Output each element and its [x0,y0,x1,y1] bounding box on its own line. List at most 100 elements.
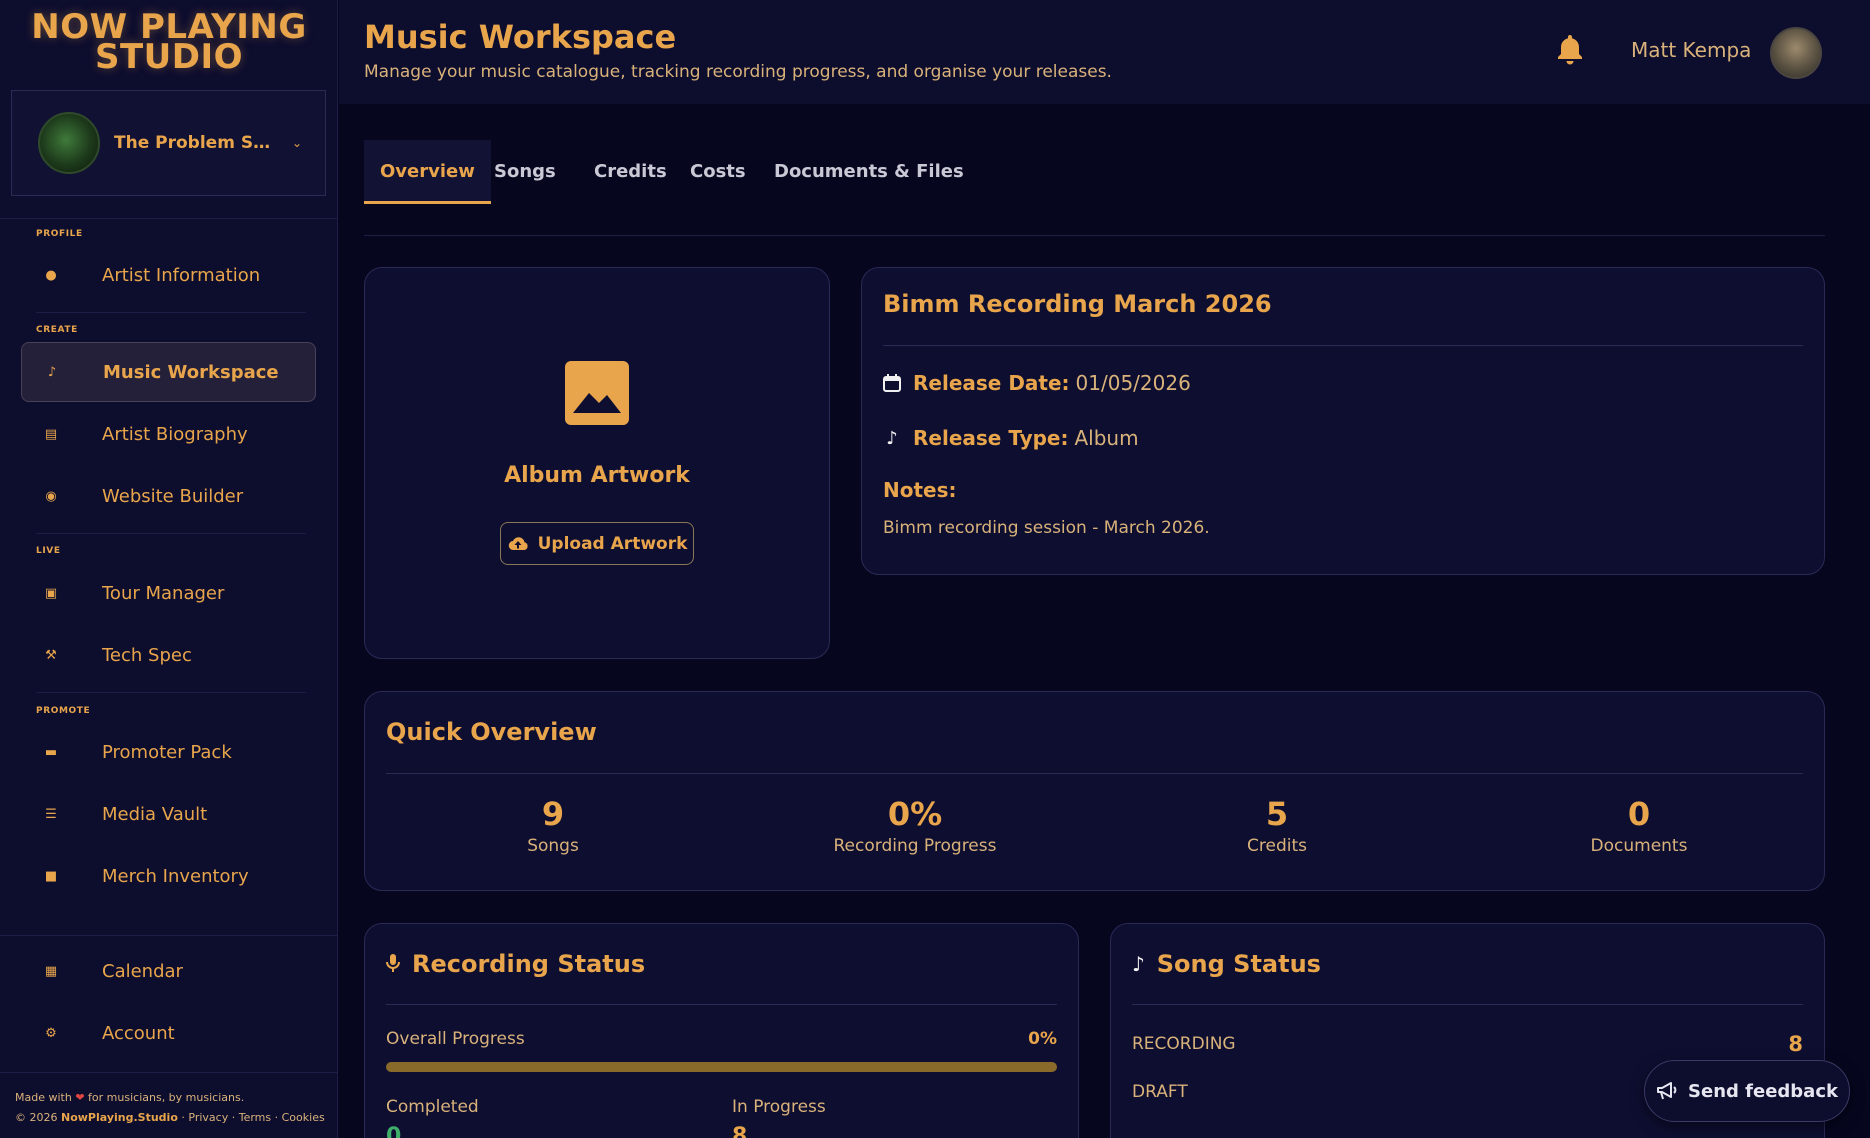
sidebar-item-label: Artist Information [102,264,261,286]
artist-selector-name: The Problem So... [114,133,274,153]
album-artwork-label: Album Artwork [504,463,690,488]
recording-status-title: Recording Status [412,950,646,978]
tab-songs[interactable]: Songs [478,140,572,204]
song-status-header: ♪ Song Status [1132,950,1321,978]
footer-terms-link[interactable]: Terms [239,1111,271,1124]
cloud-upload-icon [508,536,528,550]
footer-links: © 2026 NowPlaying.Studio · Privacy · Ter… [15,1111,325,1124]
sidebar-item-label: Promoter Pack [102,741,232,763]
tab-documents-files[interactable]: Documents & Files [758,140,980,204]
sidebar-item-label: Merch Inventory [102,865,249,887]
music-note-icon: ♪ [1132,952,1145,976]
nav-separator [36,312,306,313]
sidebar-item-music-workspace[interactable]: ♪ Music Workspace [21,342,316,402]
sidebar-item-website-builder[interactable]: ◉ Website Builder [21,466,316,526]
song-status-label: RECORDING [1132,1034,1236,1054]
song-status-label: DRAFT [1132,1082,1188,1102]
release-type-row: ♪ Release Type: Album [883,426,1139,450]
tab-credits[interactable]: Credits [578,140,683,204]
sidebar-divider [0,218,338,219]
notes-text: Bimm recording session - March 2026. [883,518,1210,538]
page-header: Music Workspace Manage your music catalo… [339,0,1870,104]
section-label-promote: PROMOTE [36,706,91,716]
artist-avatar [38,112,100,174]
sidebar-item-tour-manager[interactable]: ▣ Tour Manager [21,563,316,623]
brand-logo[interactable]: NOW PLAYING STUDIO [0,10,338,74]
sidebar-item-media-vault[interactable]: ☰ Media Vault [21,784,316,844]
release-date-row: Release Date: 01/05/2026 [883,371,1191,395]
upload-artwork-button[interactable]: Upload Artwork [500,522,694,565]
sidebar-item-tech-spec[interactable]: ⚒ Tech Spec [21,625,316,685]
stat-progress-value: 0% [887,795,943,833]
release-info-card: Bimm Recording March 2026 Release Date: … [861,267,1825,575]
album-artwork-card: Album Artwork Upload Artwork [364,267,830,659]
calendar-icon [883,374,901,392]
workspace-tabs: Overview Songs Credits Costs Documents &… [364,140,1825,236]
sidebar-divider [0,1072,338,1073]
tab-overview[interactable]: Overview [364,140,491,204]
tab-costs[interactable]: Costs [674,140,762,204]
music-note-icon: ♪ [47,364,57,380]
calendar-icon: ▦ [44,963,58,979]
stat-songs: 9 Songs [403,796,703,856]
music-note-icon: ♪ [886,427,898,449]
user-name[interactable]: Matt Kempa [1631,38,1751,62]
sidebar-item-artist-information[interactable]: ● Artist Information [21,245,316,305]
sidebar-item-label: Account [102,1022,175,1044]
release-type-label: Release Type: [913,426,1069,450]
release-type-value: Album [1074,426,1139,450]
quick-overview-card: Quick Overview 9 Songs 0% Recording Prog… [364,691,1825,891]
song-status-row-recording: RECORDING 8 [1132,1032,1803,1056]
quick-overview-title: Quick Overview [386,718,597,746]
globe-icon: ◉ [45,488,57,504]
sidebar-item-artist-biography[interactable]: ▤ Artist Biography [21,404,316,464]
section-label-create: CREATE [36,325,78,335]
user-avatar[interactable] [1770,27,1822,79]
sidebar-item-promoter-pack[interactable]: ▬ Promoter Pack [21,722,316,782]
release-title: Bimm Recording March 2026 [883,290,1272,318]
document-icon: ▤ [44,426,58,442]
sidebar: NOW PLAYING STUDIO The Problem So... ⌄ P… [0,0,338,1138]
nav-separator [36,692,306,693]
card-divider [386,1004,1057,1005]
completed-label: Completed [386,1097,479,1117]
stat-credits: 5 Credits [1127,796,1427,856]
wrench-icon: ⚒ [45,647,57,663]
footer-site-link[interactable]: NowPlaying.Studio [61,1111,178,1124]
folder-icon: ▬ [44,744,58,760]
overall-progress-bar [386,1062,1057,1072]
image-icon [565,361,629,429]
footer-privacy-link[interactable]: Privacy [188,1111,228,1124]
in-progress-label: In Progress [732,1097,826,1117]
sidebar-item-label: Calendar [102,960,183,982]
megaphone-icon [1657,1082,1677,1100]
heart-icon: ❤ [75,1091,85,1104]
map-icon: ▣ [44,585,58,601]
footer-made-with: Made with ❤ for musicians, by musicians. [15,1091,245,1104]
page-title: Music Workspace [364,18,677,56]
recording-status-card: Recording Status Overall Progress 0% Com… [364,923,1079,1138]
footer-cookies-link[interactable]: Cookies [282,1111,325,1124]
page-subtitle: Manage your music catalogue, tracking re… [364,62,1112,82]
sidebar-item-merch-inventory[interactable]: ■ Merch Inventory [21,846,316,906]
bell-icon[interactable] [1556,33,1584,69]
stat-documents: 0 Documents [1489,796,1789,856]
artist-selector[interactable]: The Problem So... ⌄ [11,90,326,196]
send-feedback-label: Send feedback [1688,1080,1838,1102]
recording-status-header: Recording Status [386,950,645,978]
microphone-icon [386,954,400,974]
stat-credits-value: 5 [1265,795,1289,833]
send-feedback-button[interactable]: Send feedback [1644,1060,1850,1122]
chevron-down-icon: ⌄ [292,136,303,150]
card-divider [883,345,1803,346]
sidebar-item-calendar[interactable]: ▦ Calendar [21,941,316,1001]
release-date-label: Release Date: [913,371,1070,395]
sidebar-item-label: Media Vault [102,803,208,825]
stat-progress-label: Recording Progress [833,836,997,856]
sidebar-item-account[interactable]: ⚙ Account [21,1003,316,1063]
section-label-live: LIVE [36,546,61,556]
overall-progress-value: 0% [1028,1029,1057,1049]
completed-value: 0 [386,1124,402,1138]
stat-songs-value: 9 [541,795,565,833]
bag-icon: ■ [44,868,58,884]
